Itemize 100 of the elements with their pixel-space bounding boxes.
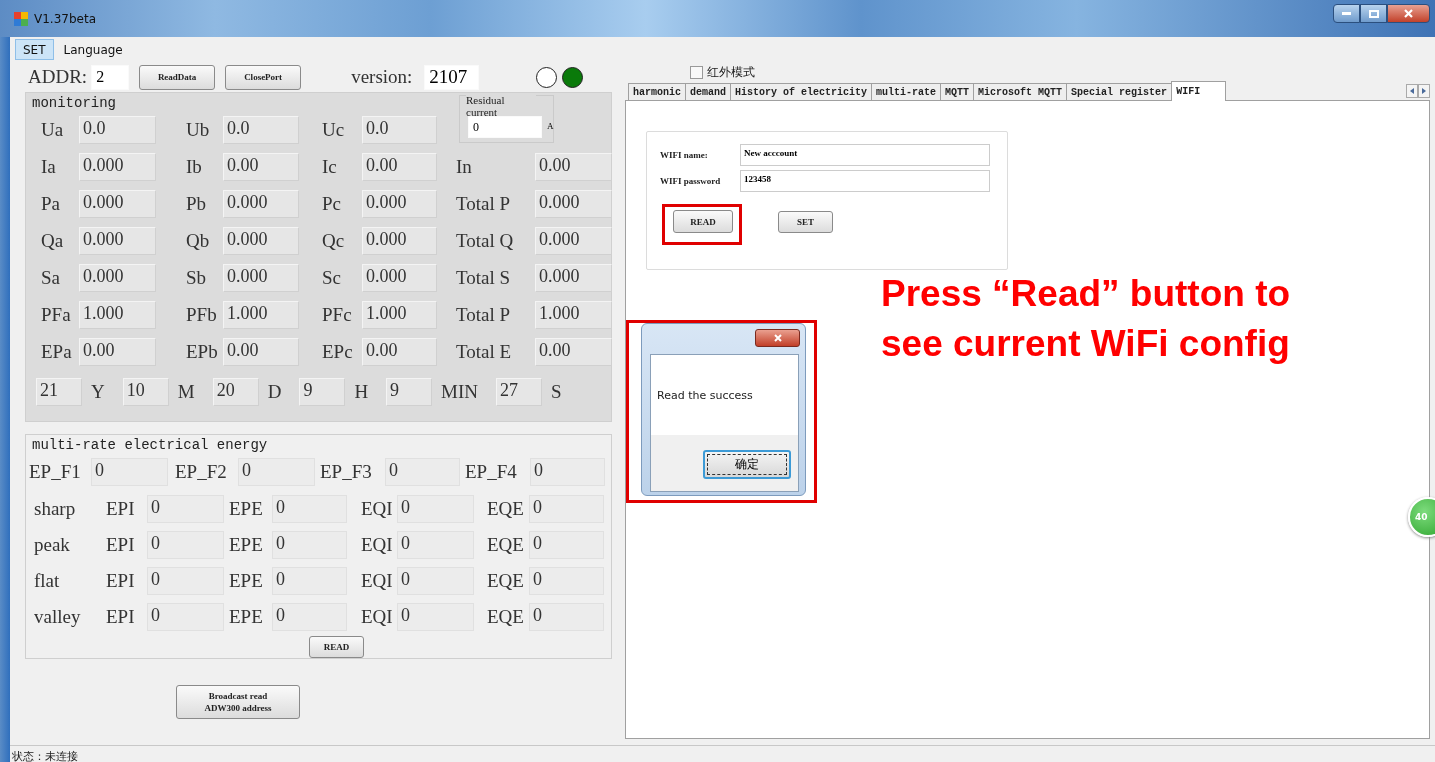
- annotation-text: Press “Read” button to see current WiFi config: [881, 272, 1292, 366]
- energy-label: EPI: [106, 533, 136, 556]
- value-field: 0.00: [223, 153, 299, 181]
- value-field: 1.000: [223, 301, 299, 329]
- unit-label: H: [354, 381, 369, 403]
- value-field: 0: [147, 530, 224, 559]
- measure-label: Qa: [41, 230, 65, 252]
- close-icon: [1404, 9, 1413, 18]
- window-title: V1.37beta: [34, 11, 96, 26]
- value-field: 0.00: [79, 338, 156, 366]
- measure-label: Ia: [41, 156, 57, 178]
- unit-label: S: [551, 381, 562, 403]
- value-field: 0.0: [362, 116, 437, 144]
- read-button[interactable]: READ: [309, 636, 364, 658]
- tab-scroll-right-button[interactable]: [1418, 84, 1430, 98]
- addr-field[interactable]: 2: [91, 64, 130, 90]
- addr-label: ADDR:: [28, 66, 88, 88]
- maximize-button[interactable]: [1360, 4, 1387, 23]
- energy-label: EPE: [229, 497, 264, 520]
- close-button[interactable]: [1387, 4, 1430, 23]
- value-field: 0: [238, 458, 315, 486]
- measure-label: Total S: [456, 267, 512, 289]
- menu-item[interactable]: SET: [15, 39, 54, 60]
- toolbar-button[interactable]: ClosePort: [225, 64, 302, 90]
- tab-scroll-left-button[interactable]: [1406, 84, 1418, 98]
- app-icon: [14, 11, 28, 26]
- value-field: 1.000: [535, 301, 612, 329]
- value-field: 0.00: [223, 338, 299, 366]
- energy-label: EQI: [361, 497, 394, 520]
- close-button[interactable]: [755, 329, 800, 347]
- rate-label: flat: [34, 569, 61, 592]
- measure-label: Ua: [41, 119, 65, 141]
- value-field: 0: [272, 602, 347, 631]
- minimize-button[interactable]: [1333, 4, 1360, 23]
- measure-label: EPa: [41, 341, 73, 363]
- energy-label: EPI: [106, 497, 136, 520]
- status-text: 状态：未连接: [11, 750, 78, 762]
- energy-label: EQE: [487, 605, 525, 628]
- wifi-password-field[interactable]: 123458: [740, 170, 990, 192]
- checkbox[interactable]: [690, 65, 703, 79]
- measure-label: Pa: [41, 193, 61, 215]
- version-field[interactable]: 2107: [424, 64, 480, 90]
- measure-label: Pb: [186, 193, 208, 215]
- read-button[interactable]: READ: [673, 210, 733, 233]
- value-field: 0.000: [362, 227, 437, 255]
- ok-button[interactable]: 确定: [703, 450, 791, 479]
- tab[interactable]: MQTT: [940, 83, 975, 100]
- measure-label: PFc: [322, 304, 353, 326]
- measure-label: In: [456, 156, 473, 178]
- energy-label: EP_F2: [175, 461, 228, 483]
- field-label: WIFI name:: [660, 150, 709, 160]
- broadcast-button[interactable]: Broadcast read ADW300 address: [176, 685, 300, 719]
- tab[interactable]: WIFI: [1171, 81, 1227, 101]
- tab[interactable]: harmonic: [628, 83, 686, 100]
- value-field: 0.00: [535, 153, 612, 181]
- value-field: 0: [272, 494, 347, 523]
- value-field: 1.000: [79, 301, 156, 329]
- tab[interactable]: Special register: [1066, 83, 1173, 100]
- energy-label: EQI: [361, 533, 394, 556]
- measure-label: Sb: [186, 267, 208, 289]
- energy-label: EP_F3: [320, 461, 373, 483]
- energy-label: EP_F4: [465, 461, 518, 483]
- rate-label: valley: [34, 605, 82, 628]
- left-arrow-icon: [1410, 88, 1414, 94]
- unit-label: M: [177, 381, 195, 403]
- energy-label: EPI: [106, 569, 136, 592]
- value-field: 0.000: [535, 264, 612, 292]
- value-field: 0.000: [535, 227, 612, 255]
- value-field: 0.00: [362, 153, 437, 181]
- residual-field[interactable]: 0: [468, 116, 542, 138]
- unit-label: A: [547, 121, 554, 131]
- value-field: 0: [91, 458, 168, 486]
- measure-label: Total E: [456, 341, 513, 363]
- value-field: 0: [397, 494, 474, 523]
- value-field: 0.000: [362, 190, 437, 218]
- value-field: 0.00: [362, 338, 437, 366]
- tab[interactable]: History of electricity: [730, 83, 873, 100]
- value-field: 0: [397, 566, 474, 595]
- energy-label: EPE: [229, 569, 264, 592]
- date-field: 10: [122, 378, 169, 406]
- tab[interactable]: Microsoft MQTT: [973, 83, 1068, 100]
- dialog-message: Read the success: [657, 388, 753, 402]
- toolbar-button[interactable]: ReadData: [139, 64, 216, 90]
- energy-label: EPE: [229, 533, 264, 556]
- checkbox-label: 红外模式: [707, 63, 755, 81]
- measure-label: Sa: [41, 267, 61, 289]
- wifi-name-field[interactable]: New acccount: [740, 144, 990, 166]
- version-label: version:: [351, 66, 413, 88]
- measure-label: Qb: [186, 230, 211, 252]
- date-field: 21: [36, 378, 82, 406]
- unit-label: MIN: [441, 381, 479, 403]
- field-label: WIFI password: [660, 176, 722, 186]
- value-field: 0.00: [535, 338, 612, 366]
- menu-item[interactable]: Language: [55, 39, 131, 60]
- value-field: 0.000: [223, 190, 299, 218]
- maximize-icon: [1368, 9, 1379, 18]
- energy-label: EPI: [106, 605, 136, 628]
- value-field: 0.000: [79, 227, 156, 255]
- value-field: 0: [397, 530, 474, 559]
- set-button[interactable]: SET: [778, 210, 833, 233]
